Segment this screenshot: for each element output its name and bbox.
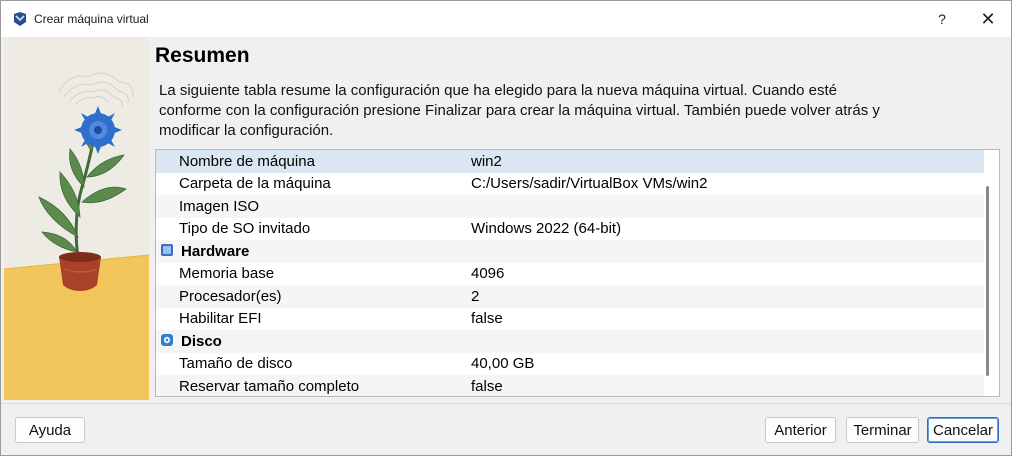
plant-illustration bbox=[4, 37, 149, 400]
table-row[interactable]: Procesador(es) 2 bbox=[156, 285, 984, 308]
row-label: Memoria base bbox=[179, 265, 275, 283]
section-header-hardware[interactable]: Hardware bbox=[156, 240, 984, 263]
section-header-disk[interactable]: Disco bbox=[156, 330, 984, 353]
row-value: C:/Users/sadir/VirtualBox VMs/win2 bbox=[471, 175, 708, 193]
row-label: Imagen ISO bbox=[179, 197, 260, 215]
cancel-button[interactable]: Cancelar bbox=[927, 417, 999, 443]
table-row[interactable]: Memoria base 4096 bbox=[156, 263, 984, 286]
table-row[interactable]: Carpeta de la máquina C:/Users/sadir/Vir… bbox=[156, 173, 984, 196]
row-label: Procesador(es) bbox=[179, 287, 282, 305]
chip-icon bbox=[161, 244, 173, 256]
row-label: Tamaño de disco bbox=[179, 355, 293, 373]
table-row[interactable]: Nombre de máquina win2 bbox=[156, 150, 984, 173]
row-value: false bbox=[471, 377, 503, 395]
help-title-button[interactable]: ? bbox=[919, 1, 965, 37]
row-value: win2 bbox=[471, 152, 502, 170]
row-value: 40,00 GB bbox=[471, 355, 535, 373]
page-description: La siguiente tabla resume la configuraci… bbox=[159, 82, 880, 139]
table-row[interactable]: Tipo de SO invitado Windows 2022 (64-bit… bbox=[156, 218, 984, 241]
virtualbox-icon bbox=[14, 12, 26, 26]
row-label: Nombre de máquina bbox=[179, 152, 315, 170]
row-value: false bbox=[471, 310, 503, 328]
table-row[interactable]: Imagen ISO bbox=[156, 195, 984, 218]
disk-icon bbox=[161, 334, 173, 346]
footer-divider bbox=[1, 403, 1011, 404]
row-label: Carpeta de la máquina bbox=[179, 175, 331, 193]
table-row[interactable]: Reservar tamaño completo false bbox=[156, 375, 984, 396]
table-row[interactable]: Tamaño de disco 40,00 GB bbox=[156, 353, 984, 376]
wizard-illustration bbox=[4, 37, 149, 400]
row-value: 2 bbox=[471, 287, 480, 305]
row-value: 4096 bbox=[471, 265, 505, 283]
row-label: Tipo de SO invitado bbox=[179, 220, 311, 238]
row-label: Reservar tamaño completo bbox=[179, 377, 360, 395]
finish-button[interactable]: Terminar bbox=[846, 417, 919, 443]
section-title: Hardware bbox=[181, 242, 250, 260]
table-row[interactable]: Habilitar EFI false bbox=[156, 308, 984, 331]
vertical-scrollbar[interactable] bbox=[986, 186, 989, 376]
close-button[interactable]: ✕ bbox=[965, 1, 1011, 37]
row-value: Windows 2022 (64-bit) bbox=[471, 220, 622, 238]
row-label: Habilitar EFI bbox=[179, 310, 262, 328]
title-bar: Crear máquina virtual ? ✕ bbox=[1, 1, 1011, 37]
back-button[interactable]: Anterior bbox=[765, 417, 836, 443]
window-title: Crear máquina virtual bbox=[34, 12, 149, 26]
summary-table[interactable]: Nombre de máquina win2 Carpeta de la máq… bbox=[155, 149, 1000, 397]
dialog-window: Crear máquina virtual ? ✕ Resumen La sig… bbox=[0, 0, 1012, 456]
page-title: Resumen bbox=[155, 44, 250, 67]
section-title: Disco bbox=[181, 332, 222, 350]
help-button[interactable]: Ayuda bbox=[15, 417, 85, 443]
